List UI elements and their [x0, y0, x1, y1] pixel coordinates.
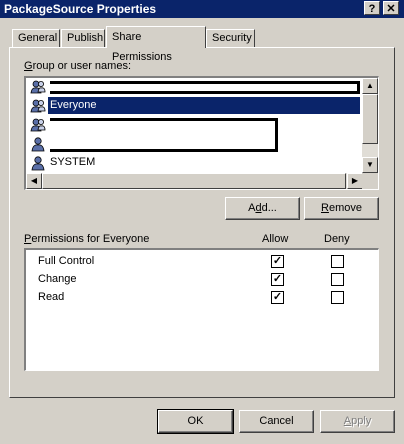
- scroll-left-arrow-icon[interactable]: ◀: [26, 173, 42, 189]
- list-item[interactable]: Everyone: [26, 97, 361, 115]
- list-item[interactable]: SYSTEM: [26, 154, 361, 172]
- scroll-up-arrow-icon[interactable]: ▲: [362, 78, 378, 94]
- scroll-right-arrow-icon[interactable]: ▶: [347, 173, 363, 189]
- deny-header: Deny: [324, 233, 350, 245]
- help-button[interactable]: ?: [364, 1, 380, 15]
- deny-change-checkbox[interactable]: [331, 273, 344, 286]
- deny-full-control-checkbox[interactable]: [331, 255, 344, 268]
- permission-row: Full Control: [38, 255, 95, 267]
- close-button[interactable]: ✕: [383, 1, 399, 15]
- user-icon: [31, 137, 45, 152]
- horizontal-scroll-thumb[interactable]: [42, 173, 346, 189]
- tab-publish[interactable]: Publish: [61, 29, 105, 47]
- permission-row: Read: [38, 291, 65, 303]
- properties-dialog: PackageSource Properties ? ✕ General Pub…: [0, 0, 404, 444]
- vertical-scroll-thumb[interactable]: [362, 94, 378, 144]
- vertical-scrollbar[interactable]: ▲ ▼: [362, 78, 378, 173]
- user-icon: [31, 156, 45, 171]
- permissions-label: Permissions for Everyone: [24, 233, 150, 245]
- title-bar[interactable]: PackageSource Properties ? ✕: [0, 0, 404, 18]
- add-button[interactable]: Add...: [225, 197, 300, 220]
- users-group-icon: [30, 118, 46, 132]
- allow-header: Allow: [262, 233, 289, 245]
- scrollbar-corner: [362, 173, 378, 189]
- tab-security[interactable]: Security: [206, 29, 255, 47]
- allow-read-checkbox[interactable]: ✓: [271, 291, 284, 304]
- window-title: PackageSource Properties: [4, 2, 157, 16]
- cancel-button[interactable]: Cancel: [239, 410, 314, 433]
- list-item-label: Everyone: [48, 97, 360, 114]
- tab-share-permissions[interactable]: Share Permissions: [106, 26, 206, 63]
- permission-row: Change: [38, 273, 77, 285]
- scroll-down-arrow-icon[interactable]: ▼: [362, 157, 378, 173]
- list-item[interactable]: [26, 78, 361, 96]
- redacted-name: [50, 118, 278, 152]
- users-group-icon: [30, 99, 46, 113]
- ok-button[interactable]: OK: [157, 409, 234, 434]
- permissions-list: Full Control ✓ Change ✓ Read ✓: [24, 248, 379, 371]
- horizontal-scrollbar[interactable]: ◀ ▶: [26, 173, 363, 189]
- tab-general[interactable]: General: [12, 29, 60, 47]
- list-item-label: SYSTEM: [50, 156, 96, 168]
- redacted-name: [50, 81, 360, 94]
- allow-change-checkbox[interactable]: ✓: [271, 273, 284, 286]
- deny-read-checkbox[interactable]: [331, 291, 344, 304]
- allow-full-control-checkbox[interactable]: ✓: [271, 255, 284, 268]
- user-list[interactable]: Everyone SYSTEM ▲ ▼ ◀ ▶: [24, 76, 379, 190]
- users-group-icon: [30, 80, 46, 94]
- apply-button[interactable]: Apply: [320, 410, 395, 433]
- remove-button[interactable]: Remove: [304, 197, 379, 220]
